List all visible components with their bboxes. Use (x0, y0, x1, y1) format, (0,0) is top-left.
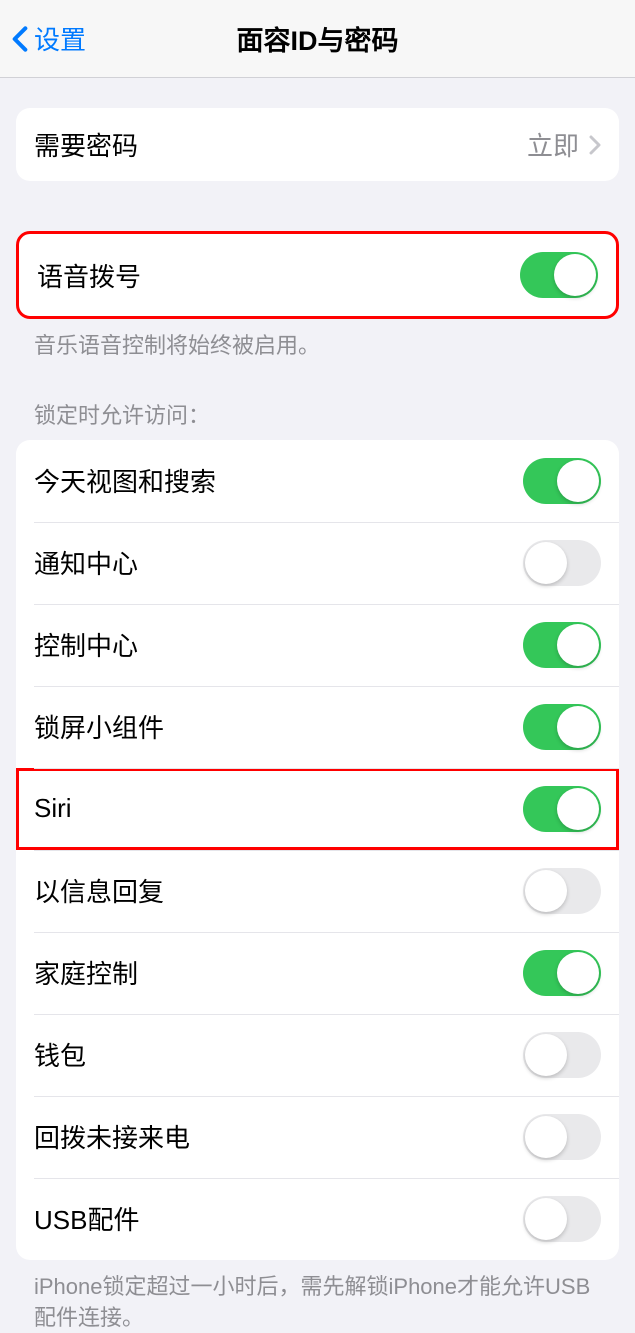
chevron-left-icon (12, 25, 28, 53)
voice-dial-group: 语音拨号 (16, 231, 619, 319)
today-view-label: 今天视图和搜索 (34, 462, 216, 499)
toggle-knob (557, 624, 599, 666)
passcode-group: 需要密码 立即 (16, 108, 619, 181)
home-control-row: 家庭控制 (16, 932, 619, 1014)
toggle-knob (525, 1116, 567, 1158)
control-center-label: 控制中心 (34, 626, 138, 663)
require-passcode-label: 需要密码 (34, 126, 138, 163)
notification-center-row: 通知中心 (16, 522, 619, 604)
back-label: 设置 (34, 20, 86, 57)
page-title: 面容ID与密码 (237, 19, 399, 58)
toggle-knob (557, 788, 599, 830)
lock-access-group: 今天视图和搜索 通知中心 控制中心 锁屏小组件 Siri 以信息回复 家庭控制 (16, 440, 619, 1260)
wallet-row: 钱包 (16, 1014, 619, 1096)
reply-with-message-row: 以信息回复 (16, 850, 619, 932)
usb-accessories-label: USB配件 (34, 1200, 139, 1237)
siri-row: Siri (16, 768, 619, 850)
usb-accessories-row: USB配件 (16, 1178, 619, 1260)
require-passcode-row[interactable]: 需要密码 立即 (16, 108, 619, 181)
wallet-label: 钱包 (34, 1036, 86, 1073)
toggle-knob (525, 870, 567, 912)
today-view-toggle[interactable] (523, 458, 601, 504)
voice-dial-toggle[interactable] (520, 252, 598, 298)
toggle-knob (525, 1198, 567, 1240)
reply-with-message-label: 以信息回复 (34, 872, 164, 909)
control-center-toggle[interactable] (523, 622, 601, 668)
usb-accessories-toggle[interactable] (523, 1196, 601, 1242)
lock-screen-widgets-label: 锁屏小组件 (34, 708, 164, 745)
return-missed-calls-toggle[interactable] (523, 1114, 601, 1160)
today-view-row: 今天视图和搜索 (16, 440, 619, 522)
return-missed-calls-label: 回拨未接来电 (34, 1118, 190, 1155)
toggle-knob (554, 254, 596, 296)
lock-access-header: 锁定时允许访问： (16, 362, 619, 440)
return-missed-calls-row: 回拨未接来电 (16, 1096, 619, 1178)
toggle-knob (525, 542, 567, 584)
voice-dial-row: 语音拨号 (19, 234, 616, 316)
siri-toggle[interactable] (523, 786, 601, 832)
toggle-knob (557, 460, 599, 502)
voice-dial-footer: 音乐语音控制将始终被启用。 (16, 319, 619, 362)
home-control-label: 家庭控制 (34, 954, 138, 991)
require-passcode-value-wrap: 立即 (527, 126, 601, 163)
chevron-right-icon (589, 135, 601, 155)
wallet-toggle[interactable] (523, 1032, 601, 1078)
home-control-toggle[interactable] (523, 950, 601, 996)
siri-label: Siri (34, 793, 72, 824)
toggle-knob (557, 952, 599, 994)
require-passcode-value: 立即 (527, 126, 579, 163)
reply-with-message-toggle[interactable] (523, 868, 601, 914)
toggle-knob (525, 1034, 567, 1076)
lock-screen-widgets-row: 锁屏小组件 (16, 686, 619, 768)
notification-center-label: 通知中心 (34, 544, 138, 581)
back-button[interactable]: 设置 (0, 20, 86, 57)
voice-dial-label: 语音拨号 (37, 257, 141, 294)
navigation-header: 设置 面容ID与密码 (0, 0, 635, 78)
lock-access-footer: iPhone锁定超过一小时后，需先解锁iPhone才能允许USB配件连接。 (16, 1260, 619, 1333)
toggle-knob (557, 706, 599, 748)
notification-center-toggle[interactable] (523, 540, 601, 586)
lock-screen-widgets-toggle[interactable] (523, 704, 601, 750)
control-center-row: 控制中心 (16, 604, 619, 686)
